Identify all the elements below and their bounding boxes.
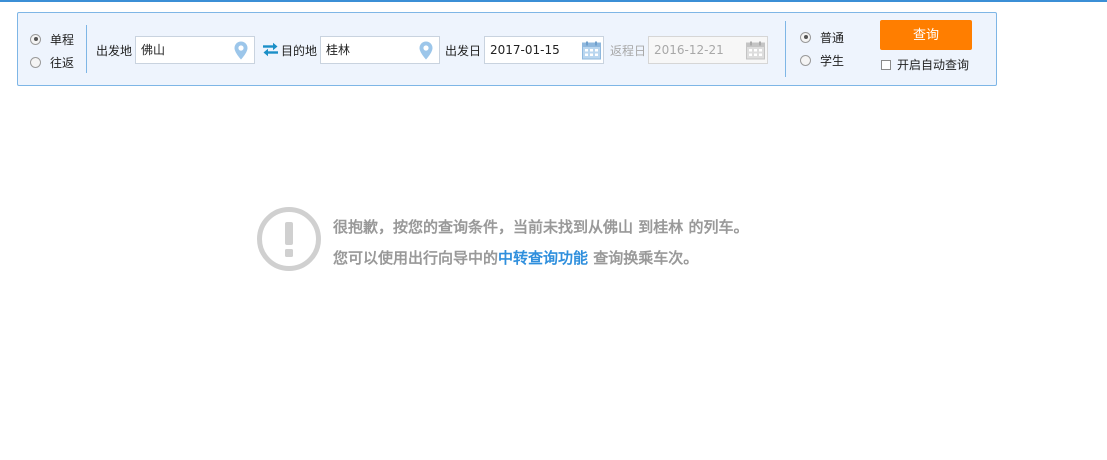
depart-date-input[interactable]: 2017-01-15 bbox=[484, 36, 604, 64]
auto-query-label: 开启自动查询 bbox=[897, 58, 970, 72]
swap-arrows-icon[interactable] bbox=[262, 42, 279, 57]
location-pin-icon[interactable] bbox=[419, 41, 433, 60]
auto-query-option[interactable]: 开启自动查询 bbox=[881, 56, 969, 73]
destination-input[interactable]: 桂林 bbox=[320, 36, 440, 64]
location-pin-icon[interactable] bbox=[234, 41, 248, 60]
normal-passenger-label: 普通 bbox=[820, 30, 845, 45]
depart-date-value: 2017-01-15 bbox=[490, 43, 560, 57]
depart-date-label: 出发日 bbox=[445, 44, 482, 58]
no-result-text-after: 查询换乘车次。 bbox=[588, 249, 699, 267]
exclamation-circle-icon bbox=[257, 207, 321, 271]
student-passenger-radio[interactable] bbox=[800, 54, 811, 66]
calendar-icon[interactable] bbox=[746, 41, 765, 60]
round-trip-label: 往返 bbox=[50, 55, 75, 70]
calendar-icon[interactable] bbox=[582, 41, 601, 60]
return-date-input[interactable]: 2016-12-21 bbox=[648, 36, 768, 64]
divider bbox=[785, 21, 786, 77]
one-way-label: 单程 bbox=[50, 32, 75, 47]
passenger-type-student[interactable]: 学生 bbox=[800, 52, 844, 68]
trip-type-one-way[interactable]: 单程 bbox=[30, 31, 74, 47]
return-date-label: 返程日 bbox=[610, 44, 647, 58]
query-button[interactable]: 查询 bbox=[880, 20, 972, 50]
departure-input[interactable]: 佛山 bbox=[135, 36, 255, 64]
transfer-query-link[interactable]: 中转查询功能 bbox=[498, 249, 588, 267]
divider bbox=[86, 25, 87, 73]
auto-query-checkbox[interactable] bbox=[881, 59, 891, 70]
departure-value: 佛山 bbox=[141, 43, 166, 57]
return-date-value: 2016-12-21 bbox=[654, 43, 724, 57]
no-result-text: 很抱歉，按您的查询条件，当前未找到从佛山 到桂林 的列车。您可以使用出行向导中的… bbox=[333, 212, 753, 274]
destination-value: 桂林 bbox=[326, 43, 351, 57]
trip-type-round-trip[interactable]: 往返 bbox=[30, 54, 74, 70]
round-trip-radio[interactable] bbox=[30, 56, 41, 68]
top-border-line bbox=[0, 0, 1107, 2]
student-passenger-label: 学生 bbox=[820, 53, 845, 68]
destination-label: 目的地 bbox=[281, 44, 318, 58]
normal-passenger-radio[interactable] bbox=[800, 31, 811, 43]
departure-label: 出发地 bbox=[96, 44, 133, 58]
passenger-type-normal[interactable]: 普通 bbox=[800, 29, 844, 45]
ticket-search-panel: 单程 往返 出发地 佛山 目的地 桂林 出发日 2017-01-15 返程日 2… bbox=[17, 12, 997, 86]
one-way-radio[interactable] bbox=[30, 33, 41, 45]
